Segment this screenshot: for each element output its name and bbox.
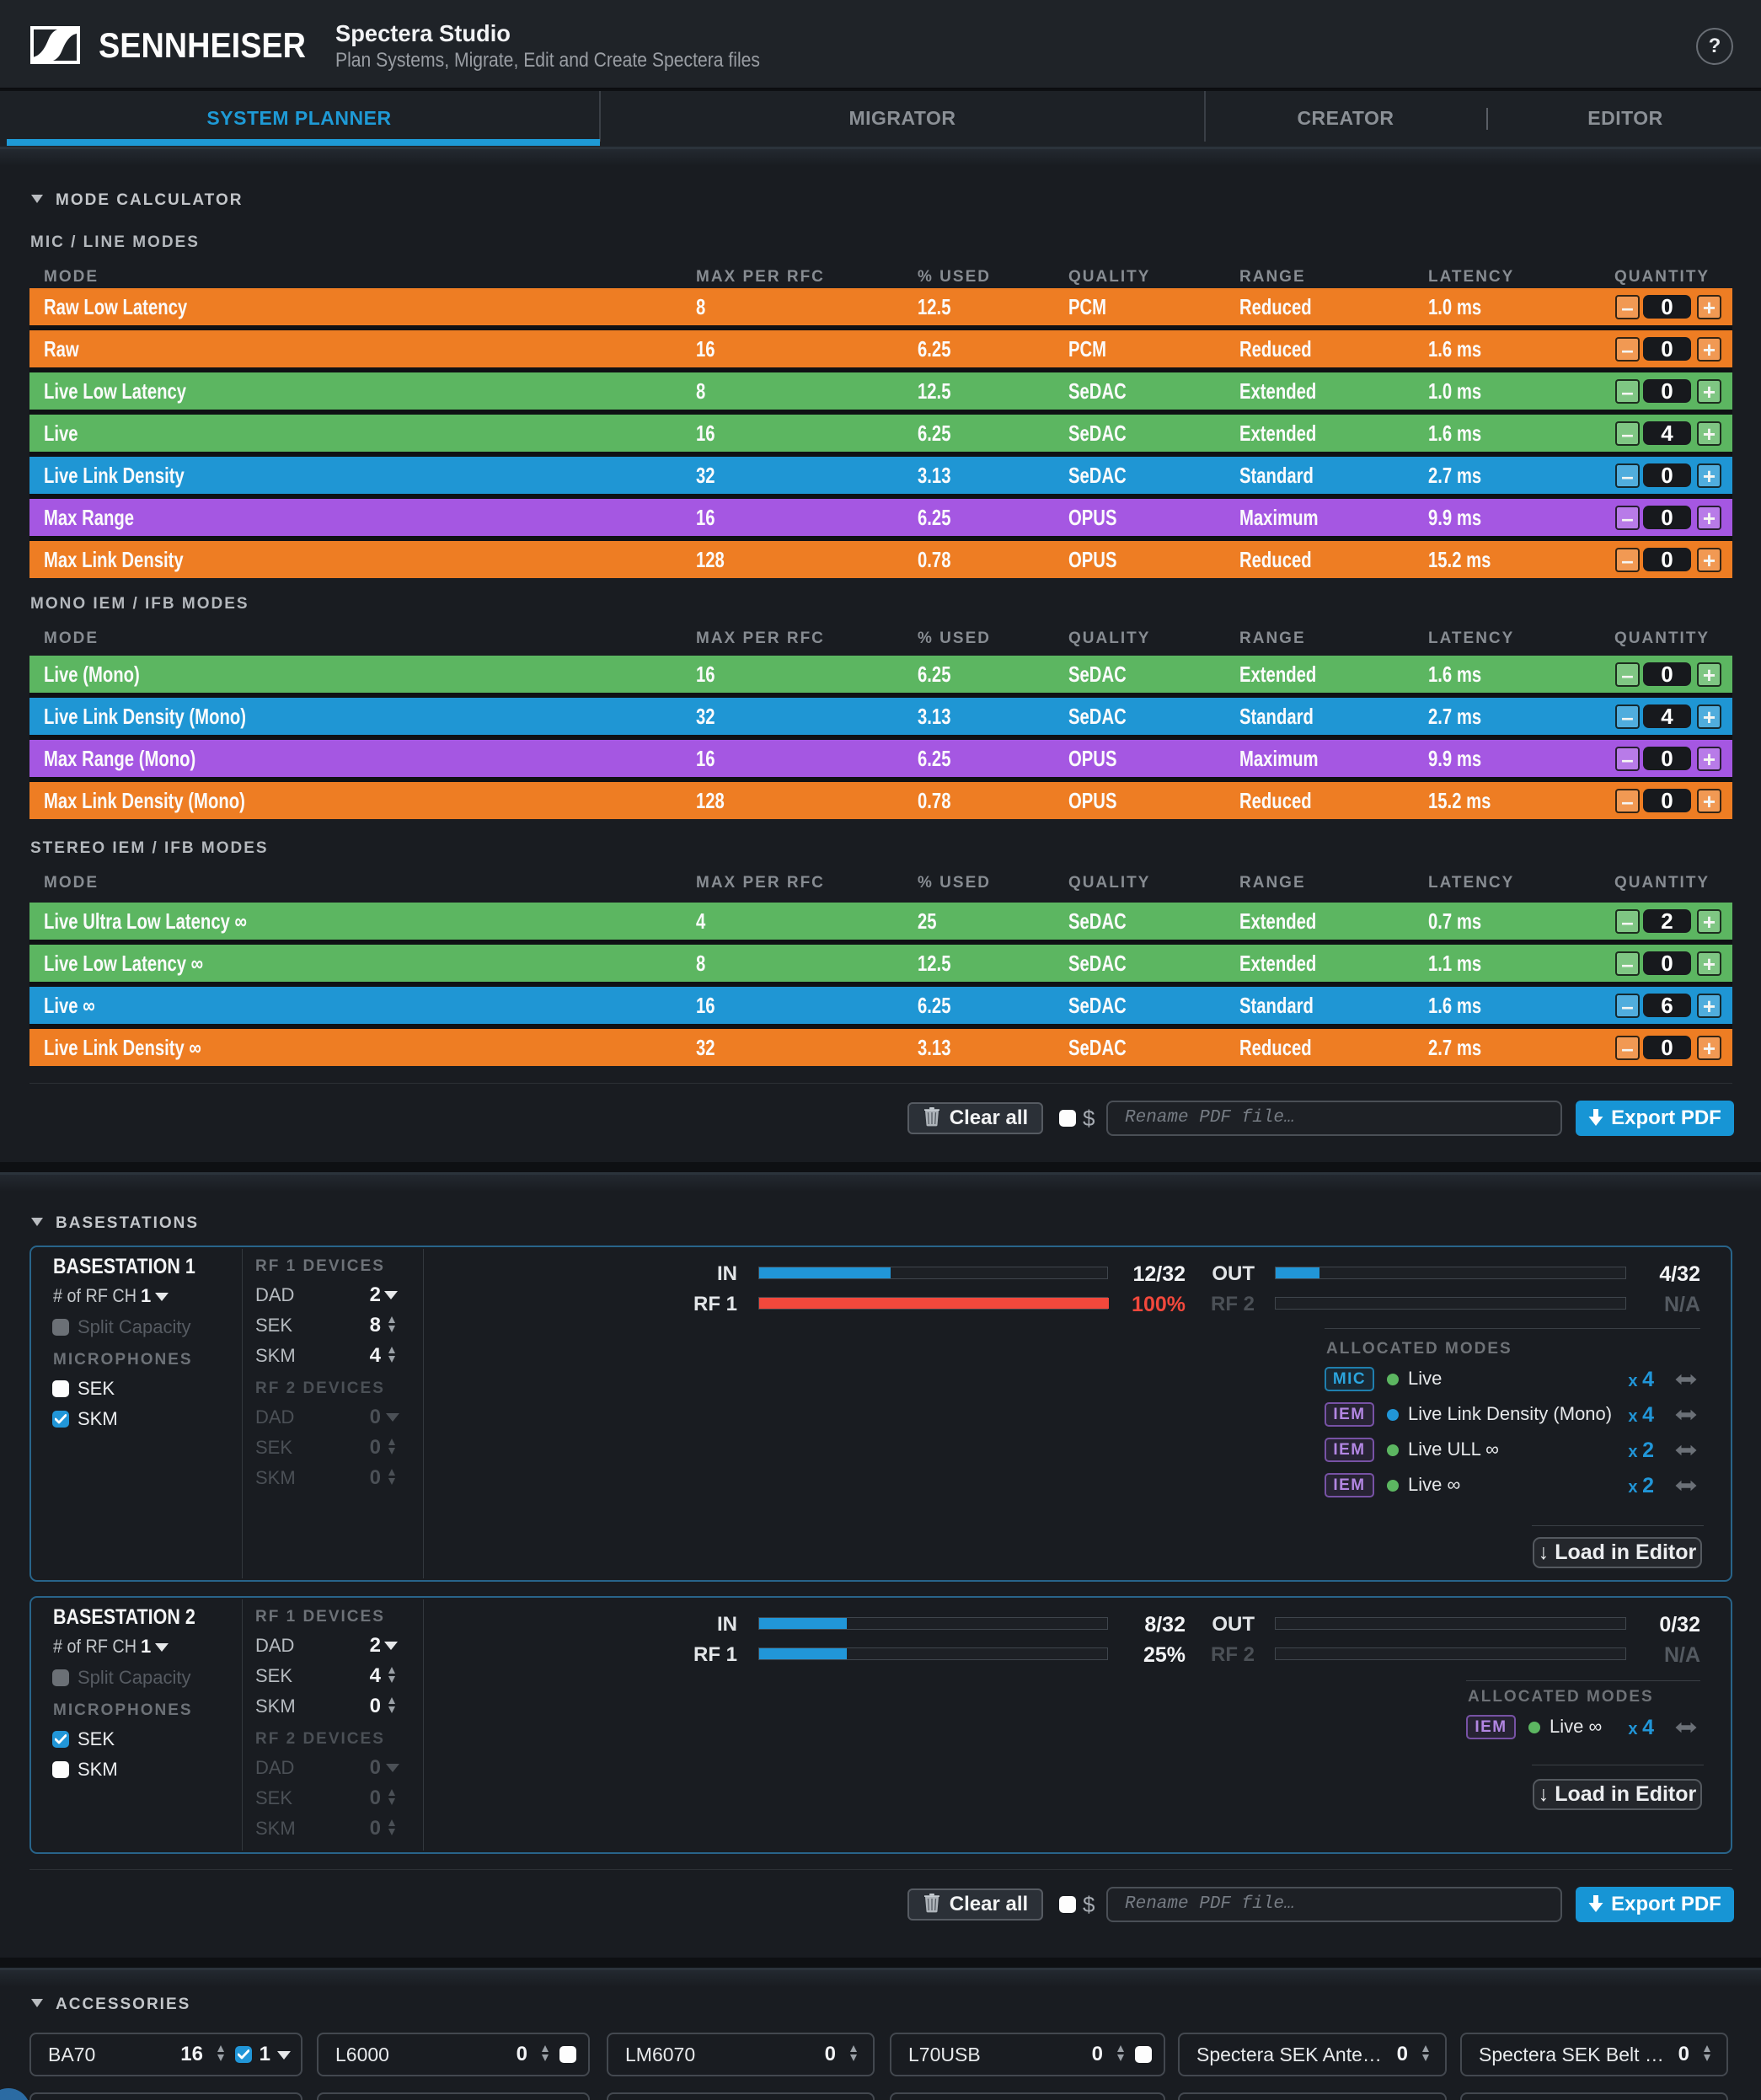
svg-text:Plan Systems, Migrate, Edit an: Plan Systems, Migrate, Edit and Create S… bbox=[335, 49, 760, 72]
svg-text:SENNHEISER: SENNHEISER bbox=[99, 25, 306, 64]
svg-text:Spectera Studio: Spectera Studio bbox=[335, 20, 511, 46]
